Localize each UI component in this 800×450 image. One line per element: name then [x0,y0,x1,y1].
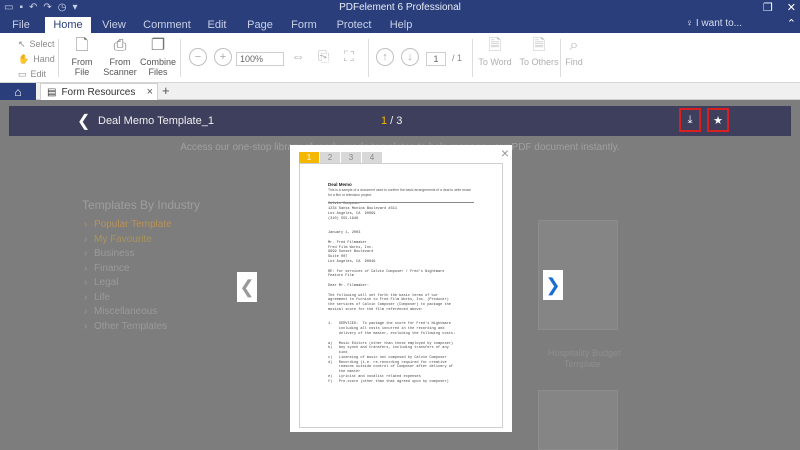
document-tab-bar: ⌂ ▤ Form Resources × + [0,83,800,100]
category-heading: Templates By Industry [82,198,201,212]
category-item[interactable]: Other Templates [82,320,200,335]
template-caption: Hospitality Budget [548,348,621,358]
page-total: / 1 [452,53,463,63]
new-tab-button[interactable]: + [162,83,170,98]
fit-page-icon[interactable]: ⎘ [318,48,329,65]
previous-template-button[interactable]: ❮ [237,272,257,302]
close-icon[interactable]: ✕ [787,1,796,14]
category-item[interactable]: Popular Template [82,218,200,233]
convert-doc-icon: 🗎 [532,37,546,54]
download-icon: ⤓ [687,113,693,126]
hand-tool[interactable]: ✋ Hand [18,52,55,67]
category-item[interactable]: Miscellaneous [82,305,200,320]
edit-icon: ▭ [18,69,27,79]
tab-label: Form Resources [61,86,136,98]
word-doc-icon: 🗎 [488,37,502,54]
category-item[interactable]: Legal [82,276,200,291]
find-button[interactable]: ⌕ Find [562,35,586,68]
ribbon-divider [560,39,561,77]
to-word-button[interactable]: 🗎 To Word [476,35,514,68]
preview-tab-1[interactable]: 1 [299,152,319,163]
ribbon-divider [180,39,181,77]
chevron-left-icon: ❮ [239,276,255,297]
category-item[interactable]: Business [82,247,200,262]
title-bar: ▭ ▪ ↶ ↷ ◷ ▾ PDFelement 6 Professional ❐ … [0,0,800,17]
page-number-input[interactable]: 1 [426,52,446,66]
preview-page-tabs: 1 2 3 4 [299,152,382,163]
download-button[interactable]: ⤓ [679,108,701,132]
fit-width-icon[interactable]: ⇔ [291,48,305,64]
document-subtitle: This is a sample of a document used to c… [328,187,472,192]
zoom-out-icon[interactable]: − [189,48,207,66]
preview-page: Deal Memo This is a sample of a document … [299,163,503,428]
home-tab[interactable]: ⌂ [0,83,36,100]
category-item[interactable]: Finance [82,262,200,277]
document-divider [328,202,474,203]
ribbon-divider [58,39,59,77]
menu-form[interactable]: Form [288,17,320,33]
new-file-icon: 🗋 [75,37,89,54]
full-screen-icon[interactable]: ⛶ [344,48,354,65]
next-template-button[interactable]: ❯ [543,270,563,300]
favorite-button[interactable]: ★ [707,108,729,132]
window-title: PDFelement 6 Professional [339,2,461,13]
close-icon[interactable]: × [501,145,509,161]
menu-bar: File Home View Comment Edit Page Form Pr… [0,17,800,33]
edit-tool[interactable]: ▭ Edit [18,67,55,82]
combine-files-button[interactable]: ❐ Combine Files [140,35,176,78]
previous-page-icon[interactable]: ↑ [376,48,394,66]
template-thumbnail[interactable] [538,390,618,450]
menu-protect[interactable]: Protect [334,17,374,33]
from-scanner-button[interactable]: ⎙ From Scanner [102,35,138,78]
close-tab-icon[interactable]: × [147,86,153,98]
to-others-button[interactable]: 🗎 To Others [516,35,562,68]
from-file-button[interactable]: 🗋 From File [64,35,100,78]
search-hint[interactable]: ♀ I want to... [686,18,742,29]
hand-icon: ✋ [18,54,30,64]
search-icon: ⌕ [569,37,579,54]
document-icon: ▤ [47,86,57,98]
template-name: Deal Memo Template_1 [98,115,214,127]
zoom-in-icon[interactable]: + [214,48,232,66]
template-viewer-bar: ❮ Deal Memo Template_1 1 / 3 ⤓ ★ [9,106,791,136]
select-tool[interactable]: ↖ Select [18,37,55,52]
menu-view[interactable]: View [96,17,132,33]
ribbon-divider [472,39,473,77]
cursor-icon: ↖ [18,39,26,49]
menu-edit[interactable]: Edit [202,17,232,33]
selection-tools: ↖ Select ✋ Hand ▭ Edit [18,37,55,82]
menu-home[interactable]: Home [45,17,91,33]
star-icon: ★ [713,114,723,127]
preview-tab-4[interactable]: 4 [362,152,382,163]
window-controls: ❐ ✕ [763,1,796,14]
home-icon: ⌂ [14,84,22,99]
category-sidebar: Templates By Industry Popular Template M… [82,198,200,334]
template-gallery: Access our one-stop library of ready-mad… [0,100,800,450]
template-preview: 1 2 3 4 × Deal Memo This is a sample of a… [290,145,512,432]
lightbulb-icon: ♀ [685,18,696,29]
document-body: Calvin Composer 1234 Santa Monica Boulev… [328,202,456,384]
zoom-select[interactable]: 100% [236,52,284,66]
category-item[interactable]: Life [82,291,200,306]
category-item[interactable]: My Favourite [82,233,200,248]
preview-tab-3[interactable]: 3 [341,152,361,163]
chevron-right-icon: ❯ [545,274,561,295]
back-arrow-icon[interactable]: ❮ [77,111,90,131]
restore-icon[interactable]: ❐ [763,1,773,14]
collapse-ribbon-icon[interactable]: ⌃ [787,17,796,30]
document-content: Deal Memo This is a sample of a document … [328,182,478,385]
preview-tab-2[interactable]: 2 [320,152,340,163]
next-page-icon[interactable]: ↓ [401,48,419,66]
template-caption: Template [564,359,601,369]
menu-page[interactable]: Page [244,17,276,33]
tab-form-resources[interactable]: ▤ Form Resources × [40,83,158,100]
menu-file[interactable]: File [5,17,37,33]
template-page-indicator: 1 / 3 [381,115,403,127]
menu-comment[interactable]: Comment [142,17,192,33]
ribbon: ↖ Select ✋ Hand ▭ Edit 🗋 From File ⎙ From S… [0,33,800,83]
combine-icon: ❐ [150,37,166,54]
scanner-icon: ⎙ [113,37,127,54]
menu-help[interactable]: Help [386,17,416,33]
ribbon-divider [368,39,369,77]
